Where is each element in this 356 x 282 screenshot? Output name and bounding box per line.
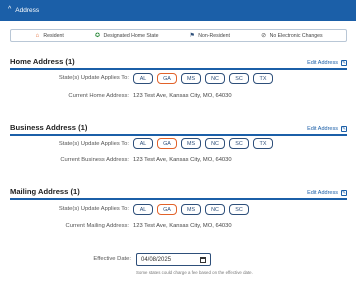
- current-business-address: 123 Test Ave, Kansas City, MO, 64030: [133, 157, 232, 163]
- state-chip-ga[interactable]: GA: [157, 204, 177, 215]
- section-divider: [10, 198, 347, 200]
- edit-mailing-address-link[interactable]: Edit Address ✎: [307, 190, 347, 196]
- edit-icon: ✎: [341, 60, 347, 66]
- legend-item-non-resident: ⚑ Non-Resident: [189, 32, 230, 39]
- effective-date-input[interactable]: 04/08/2025: [136, 253, 211, 266]
- edit-business-address-link[interactable]: Edit Address ✎: [307, 126, 347, 132]
- address-header[interactable]: ^ Address: [0, 0, 356, 21]
- header-title: Address: [15, 7, 40, 14]
- state-chip-ms[interactable]: MS: [181, 138, 201, 149]
- calendar-icon[interactable]: [200, 256, 206, 263]
- state-chip-ms[interactable]: MS: [181, 204, 201, 215]
- no-change-icon: ⊘: [261, 32, 267, 39]
- current-home-address: 123 Test Ave, Kansas City, MO, 64030: [133, 93, 232, 99]
- state-chip-al[interactable]: AL: [133, 138, 153, 149]
- effective-date-note: Some states could charge a fee based on …: [136, 270, 253, 275]
- section-title: Business Address (1): [10, 123, 88, 132]
- home-address-section: Home Address (1) Edit Address ✎: [10, 55, 347, 70]
- legend-item-no-electronic: ⊘ No Electronic Changes: [261, 32, 323, 39]
- current-address-label: Current Home Address:: [68, 93, 129, 99]
- current-address-label: Current Business Address:: [60, 157, 129, 163]
- effective-date-value: 04/08/2025: [141, 256, 172, 263]
- state-chip-sc[interactable]: SC: [229, 73, 249, 84]
- state-chip-nc[interactable]: NC: [205, 73, 225, 84]
- mailing-address-section: Mailing Address (1) Edit Address ✎: [10, 185, 347, 200]
- star-icon: ✪: [94, 32, 100, 39]
- legend-item-home-state: ✪ Designated Home State: [94, 32, 159, 39]
- business-states-group: AL GA MS NC SC TX: [133, 138, 273, 149]
- state-chip-sc[interactable]: SC: [229, 138, 249, 149]
- state-chip-nc[interactable]: NC: [205, 204, 225, 215]
- section-title: Home Address (1): [10, 57, 75, 66]
- mailing-states-group: AL GA MS NC SC: [133, 204, 249, 215]
- state-chip-ms[interactable]: MS: [181, 73, 201, 84]
- states-label: State(s) Update Applies To:: [58, 206, 129, 212]
- state-chip-al[interactable]: AL: [133, 204, 153, 215]
- state-chip-ga[interactable]: GA: [157, 73, 177, 84]
- legend: ⌂ Resident ✪ Designated Home State ⚑ Non…: [10, 29, 347, 42]
- edit-icon: ✎: [341, 190, 347, 196]
- flag-icon: ⚑: [189, 32, 195, 39]
- state-chip-nc[interactable]: NC: [205, 138, 225, 149]
- section-divider: [10, 68, 347, 70]
- edit-home-address-link[interactable]: Edit Address ✎: [307, 60, 347, 66]
- state-chip-sc[interactable]: SC: [229, 204, 249, 215]
- state-chip-tx[interactable]: TX: [253, 73, 273, 84]
- state-chip-ga[interactable]: GA: [157, 138, 177, 149]
- current-mailing-address: 123 Test Ave, Kansas City, MO, 64030: [133, 223, 232, 229]
- business-address-section: Business Address (1) Edit Address ✎: [10, 121, 347, 136]
- state-chip-tx[interactable]: TX: [253, 138, 273, 149]
- current-address-label: Current Mailing Address:: [65, 223, 129, 229]
- section-title: Mailing Address (1): [10, 187, 80, 196]
- chevron-up-icon: ^: [8, 6, 12, 13]
- state-chip-al[interactable]: AL: [133, 73, 153, 84]
- edit-icon: ✎: [341, 126, 347, 132]
- effective-date-label: Effective Date:: [93, 256, 131, 262]
- section-divider: [10, 134, 347, 136]
- home-states-group: AL GA MS NC SC TX: [133, 73, 273, 84]
- house-icon: ⌂: [35, 32, 40, 39]
- states-label: State(s) Update Applies To:: [58, 141, 129, 147]
- legend-item-resident: ⌂ Resident: [35, 32, 64, 39]
- states-label: State(s) Update Applies To:: [58, 75, 129, 81]
